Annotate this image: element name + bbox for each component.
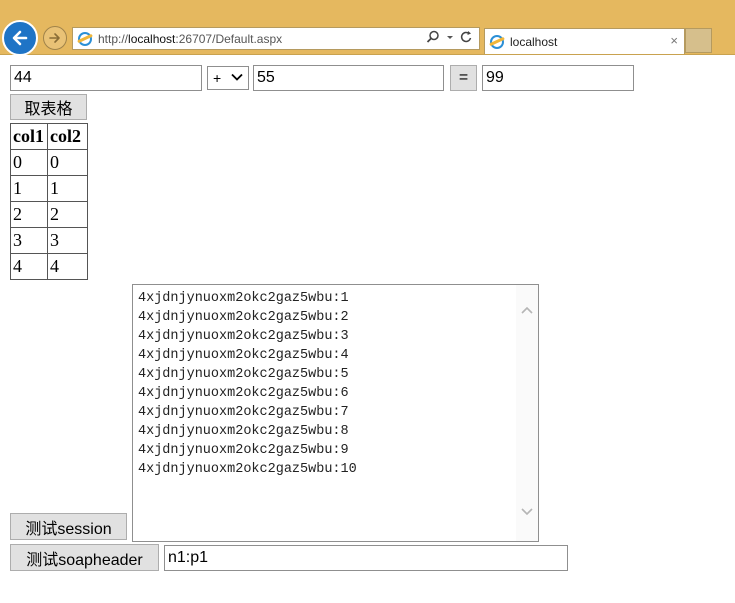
data-table: col1 col2 0 0 1 1 2 2 3 3 4 4: [10, 123, 88, 280]
get-table-button[interactable]: 取表格: [10, 94, 87, 120]
arrow-right-icon: [49, 33, 60, 43]
equals-button[interactable]: =: [450, 65, 477, 91]
tab-title: localhost: [510, 34, 558, 49]
scroll-down-icon[interactable]: [520, 507, 534, 517]
session-lines: 4xjdnjynuoxm2okc2gaz5wbu:1 4xjdnjynuoxm2…: [138, 289, 357, 479]
table-row: 1 1: [10, 175, 88, 202]
test-soapheader-button[interactable]: 测试soapheader: [10, 544, 159, 571]
browser-tab[interactable]: localhost ×: [484, 28, 685, 54]
table-cell: 1: [47, 175, 88, 202]
table-cell: 0: [10, 149, 48, 176]
column-header: col2: [47, 123, 88, 150]
session-line: 4xjdnjynuoxm2okc2gaz5wbu:6: [138, 386, 349, 401]
arrow-left-icon: [12, 30, 28, 46]
chevron-down-icon: [231, 73, 243, 81]
new-tab-button[interactable]: [685, 28, 712, 53]
table-header-row: col1 col2: [10, 123, 88, 150]
session-textarea[interactable]: 4xjdnjynuoxm2okc2gaz5wbu:1 4xjdnjynuoxm2…: [132, 284, 539, 542]
textarea-scrollbar[interactable]: [516, 285, 538, 541]
ie-page-icon: [78, 31, 92, 46]
table-cell: 3: [47, 227, 88, 254]
address-bar[interactable]: http://localhost:26707/Default.aspx: [72, 27, 480, 50]
session-line: 4xjdnjynuoxm2okc2gaz5wbu:10: [138, 462, 357, 477]
table-row: 4 4: [10, 253, 88, 280]
table-cell: 2: [47, 201, 88, 228]
browser-toolbar: http://localhost:26707/Default.aspx loca…: [0, 0, 735, 56]
operand2-input[interactable]: [253, 65, 444, 91]
back-button[interactable]: [2, 20, 38, 56]
soapheader-input[interactable]: [164, 545, 568, 571]
forward-button[interactable]: [43, 26, 67, 50]
table-cell: 2: [10, 201, 48, 228]
table-cell: 1: [10, 175, 48, 202]
operator-value: +: [213, 70, 222, 86]
search-icon[interactable]: [426, 30, 440, 44]
table-cell: 4: [47, 253, 88, 280]
session-line: 4xjdnjynuoxm2okc2gaz5wbu:1: [138, 291, 349, 306]
session-line: 4xjdnjynuoxm2okc2gaz5wbu:5: [138, 367, 349, 382]
session-line: 4xjdnjynuoxm2okc2gaz5wbu:3: [138, 329, 349, 344]
dropdown-arrow-icon[interactable]: [446, 30, 454, 44]
table-cell: 0: [47, 149, 88, 176]
operator-select[interactable]: +: [207, 66, 249, 90]
refresh-icon[interactable]: [460, 30, 473, 44]
url-text: http://localhost:26707/Default.aspx: [98, 31, 283, 46]
table-cell: 3: [10, 227, 48, 254]
table-row: 0 0: [10, 149, 88, 176]
result-input[interactable]: [482, 65, 634, 91]
test-session-button[interactable]: 测试session: [10, 513, 127, 540]
column-header: col1: [10, 123, 48, 150]
operand1-input[interactable]: [10, 65, 202, 91]
ie-tab-icon: [490, 34, 504, 49]
table-row: 3 3: [10, 227, 88, 254]
session-line: 4xjdnjynuoxm2okc2gaz5wbu:2: [138, 310, 349, 325]
table-cell: 4: [10, 253, 48, 280]
session-line: 4xjdnjynuoxm2okc2gaz5wbu:8: [138, 424, 349, 439]
tab-close-icon[interactable]: ×: [670, 33, 678, 48]
session-line: 4xjdnjynuoxm2okc2gaz5wbu:7: [138, 405, 349, 420]
session-line: 4xjdnjynuoxm2okc2gaz5wbu:9: [138, 443, 349, 458]
table-row: 2 2: [10, 201, 88, 228]
scroll-up-icon[interactable]: [520, 305, 534, 315]
session-line: 4xjdnjynuoxm2okc2gaz5wbu:4: [138, 348, 349, 363]
